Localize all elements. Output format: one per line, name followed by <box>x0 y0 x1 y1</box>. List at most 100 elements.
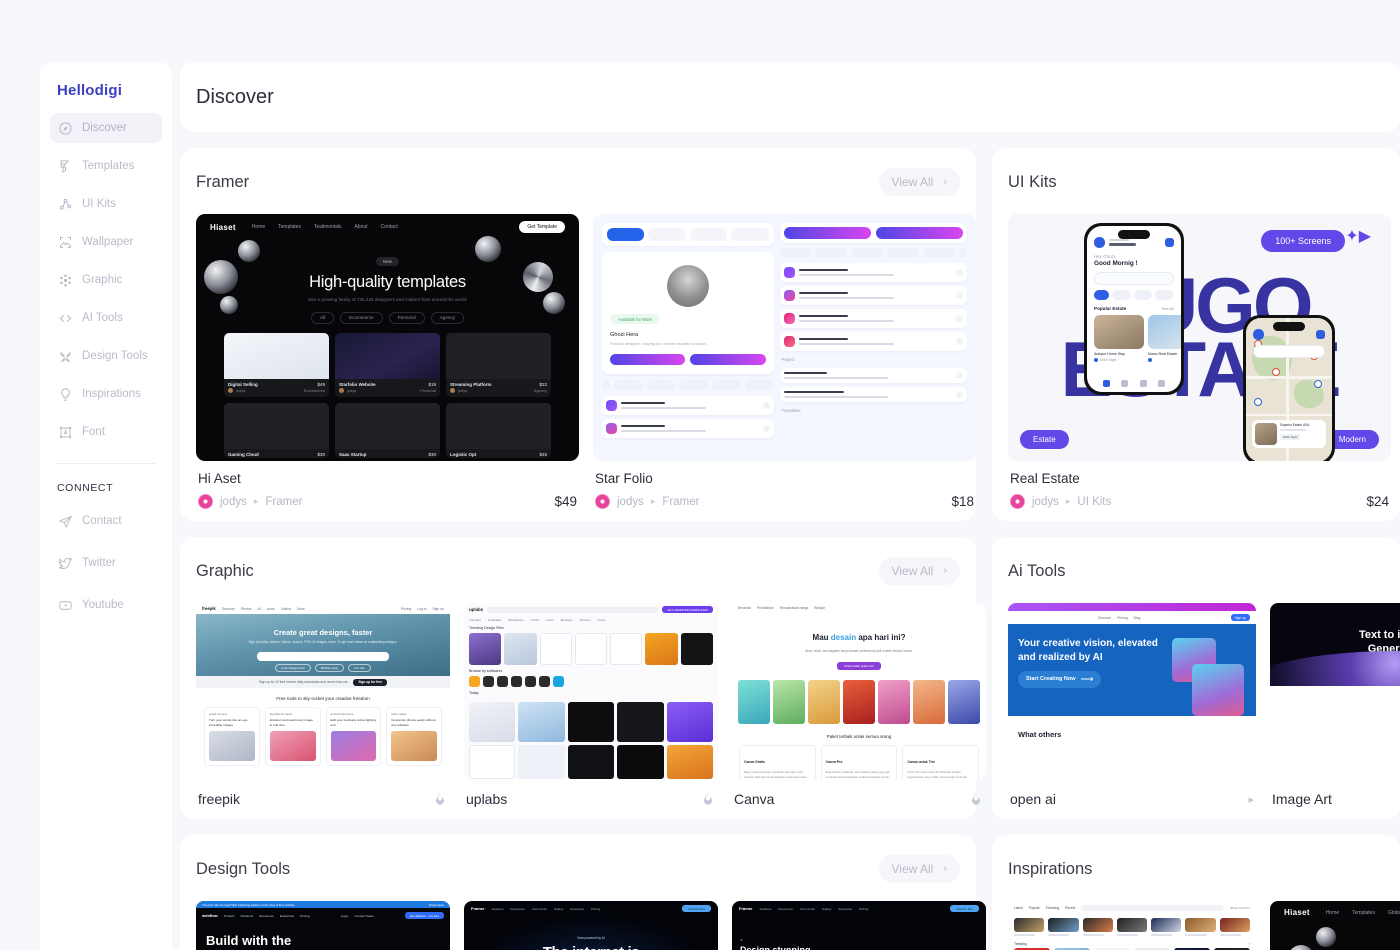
sidebar-item-graphic[interactable]: Graphic <box>50 265 162 295</box>
product-author: jodys <box>1032 496 1059 508</box>
page-header: Discover <box>180 62 1400 132</box>
sidebar-item-inspirations[interactable]: Inspirations <box>50 379 162 409</box>
thumbnail-art-freepik: freepikDiscoverPhotosAIIconsVideosMorePr… <box>196 603 450 779</box>
tool-thumbnail: DiscoverPricingBlogSign up Your creative… <box>1008 603 1256 779</box>
card-list-uikits: HUGO ESTATE 100+ Screens ✦▶ Estate Moder… <box>992 214 1400 509</box>
separator-icon: ▸ <box>254 496 259 507</box>
view-all-label: View All <box>892 175 934 189</box>
flame-icon <box>968 791 984 807</box>
chevron-right-icon: › <box>943 863 947 875</box>
font-icon <box>58 425 73 440</box>
sidebar-item-wallpaper[interactable]: Wallpaper <box>50 227 162 257</box>
section-header: Design Tools View All › <box>180 851 976 887</box>
youtube-icon <box>58 598 73 613</box>
thumbnail-art-canva: BerandaPendidikanRencanakan hargaBelajar… <box>732 603 986 779</box>
section-title: Design Tools <box>196 860 290 879</box>
view-all-button-graphic[interactable]: View All › <box>879 557 960 585</box>
view-all-button-framer[interactable]: View All › <box>879 168 960 196</box>
tool-card[interactable]: BerandaPendidikanRencanakan hargaBelajar… <box>732 603 986 807</box>
product-card[interactable]: HUGO ESTATE 100+ Screens ✦▶ Estate Moder… <box>1008 214 1391 509</box>
view-all-button-designtools[interactable]: View All › <box>879 855 960 883</box>
tool-thumbnail: HiasetHomeTemplatesGlobal Templates High… <box>1270 901 1400 950</box>
tool-card[interactable]: FramerFeaturesResourcesCommunityGalleryE… <box>732 901 986 950</box>
avatar <box>595 494 610 509</box>
product-meta: Star Folio jodys ▸ Framer $18 <box>593 461 976 509</box>
mock-headline: Mau desain apa hari ini? <box>813 633 906 642</box>
page-title: Discover <box>196 86 274 109</box>
tool-card[interactable]: freepikDiscoverPhotosAIIconsVideosMorePr… <box>196 603 450 807</box>
mock-headline: Create great designs, faster <box>196 628 450 637</box>
product-meta: Real Estate jodys ▸ UI Kits $24 <box>1008 461 1391 509</box>
product-price: $24 <box>1366 494 1389 509</box>
section-title: Ai Tools <box>1008 562 1065 581</box>
view-all-label: View All <box>892 862 934 876</box>
section-header: UI Kits <box>992 164 1400 200</box>
product-thumbnail: Available for Work Ghozi Hera Product de… <box>593 214 976 461</box>
thumbnail-art-framer-site: FramerFeaturesResourcesCommunityGalleryE… <box>464 901 718 950</box>
section-design-tools: Design Tools View All › The pros: We are… <box>180 835 976 950</box>
chevron-right-icon: › <box>943 176 947 188</box>
product-thumbnail: HUGO ESTATE 100+ Screens ✦▶ Estate Moder… <box>1008 214 1391 461</box>
sidebar-item-font[interactable]: Font <box>50 417 162 447</box>
paper-plane-icon <box>58 514 73 529</box>
section-header: Framer View All › <box>180 164 976 200</box>
templates-icon <box>58 159 73 174</box>
mock-row-title <box>784 372 828 374</box>
sidebar-item-design-tools[interactable]: Design Tools <box>50 341 162 371</box>
sidebar-item-twitter[interactable]: Twitter <box>50 548 162 578</box>
product-name: Real Estate <box>1010 471 1389 486</box>
tool-name: Image Art <box>1272 791 1332 807</box>
sidebar-item-templates[interactable]: Templates <box>50 151 162 181</box>
mock-logo: Hiaset <box>210 223 236 232</box>
wallpaper-icon <box>58 235 73 250</box>
section-graphic: Graphic View All › freepikDiscoverPhotos… <box>180 537 976 819</box>
product-name: Hi Aset <box>198 471 577 486</box>
section-header: Inspirations <box>992 851 1400 887</box>
app-root: Hellodigi Discover Templates UI Kits Wal… <box>0 0 1400 950</box>
product-card[interactable]: Available for Work Ghozi Hera Product de… <box>593 214 976 509</box>
code-brackets-icon <box>58 311 73 326</box>
sidebar-item-contact[interactable]: Contact <box>50 506 162 536</box>
tool-name: freepik <box>198 791 240 807</box>
mock-headline: The internet is <box>464 944 718 950</box>
thumbnail-art-realestate: HUGO ESTATE 100+ Screens ✦▶ Estate Moder… <box>1008 214 1391 461</box>
tool-card[interactable]: BlogCommunityAffiliate Text to imageGene… <box>1270 603 1400 807</box>
tool-card[interactable]: FramerFeaturesResourcesCommunityGalleryE… <box>464 901 718 950</box>
connect-item-label: Contact <box>82 515 122 527</box>
connect-list: Contact Twitter Youtube <box>40 506 172 620</box>
sidebar-item-discover[interactable]: Discover <box>50 113 162 143</box>
main-content: Discover Framer View All › <box>180 62 1400 950</box>
thumbnail-art-hiaset: Hiaset HomeTemplatesTestimonialsAboutCon… <box>196 214 579 461</box>
tool-card[interactable]: LatestPopularFollowingRecentShow Your Pr… <box>1008 901 1256 950</box>
tool-card[interactable]: HiasetHomeTemplatesGlobal Templates High… <box>1270 901 1400 950</box>
sidebar-item-youtube[interactable]: Youtube <box>50 590 162 620</box>
sidebar-item-label: Wallpaper <box>82 236 133 248</box>
card-list-aitools: DiscoverPricingBlogSign up Your creative… <box>992 603 1400 807</box>
sidebar-item-ui-kits[interactable]: UI Kits <box>50 189 162 219</box>
sidebar-item-label: Design Tools <box>82 350 148 362</box>
product-price: $18 <box>951 494 974 509</box>
sidebar-item-label: Graphic <box>82 274 122 286</box>
tool-thumbnail: The pros: We are legal SEO marketing lea… <box>196 901 450 950</box>
product-name: Star Folio <box>595 471 974 486</box>
sidebar-item-label: Templates <box>82 160 134 172</box>
tool-thumbnail: FramerFeaturesResourcesCommunityGalleryE… <box>732 901 986 950</box>
sidebar-nav: Discover Templates UI Kits Wallpaper Gra… <box>40 113 172 447</box>
connect-item-label: Youtube <box>82 599 124 611</box>
chevron-right-icon: ▸ <box>1248 793 1254 806</box>
connect-heading: CONNECT <box>40 464 172 494</box>
sidebar-item-label: UI Kits <box>82 198 116 210</box>
section-ui-kits: UI Kits HUGO ESTATE 100+ Screens ✦▶ Esta… <box>992 148 1400 521</box>
app-logo[interactable]: Hellodigi <box>40 80 172 99</box>
mock-headline: High-quality templates <box>196 273 579 292</box>
product-card[interactable]: Hiaset HomeTemplatesTestimonialsAboutCon… <box>196 214 579 509</box>
tool-card[interactable]: DiscoverPricingBlogSign up Your creative… <box>1008 603 1256 807</box>
tool-card[interactable]: uplabsGET UNLIMITED DOWNLOADS TrendingTe… <box>464 603 718 807</box>
section-title: UI Kits <box>1008 173 1057 192</box>
tool-card[interactable]: The pros: We are legal SEO marketing lea… <box>196 901 450 950</box>
sidebar-item-ai-tools[interactable]: AI Tools <box>50 303 162 333</box>
product-thumbnail: Hiaset HomeTemplatesTestimonialsAboutCon… <box>196 214 579 461</box>
section-framer: Framer View All › <box>180 148 976 521</box>
separator-icon: ▸ <box>1066 496 1071 507</box>
thumbnail-art-dribbble: LatestPopularFollowingRecentShow Your Pr… <box>1008 901 1256 950</box>
